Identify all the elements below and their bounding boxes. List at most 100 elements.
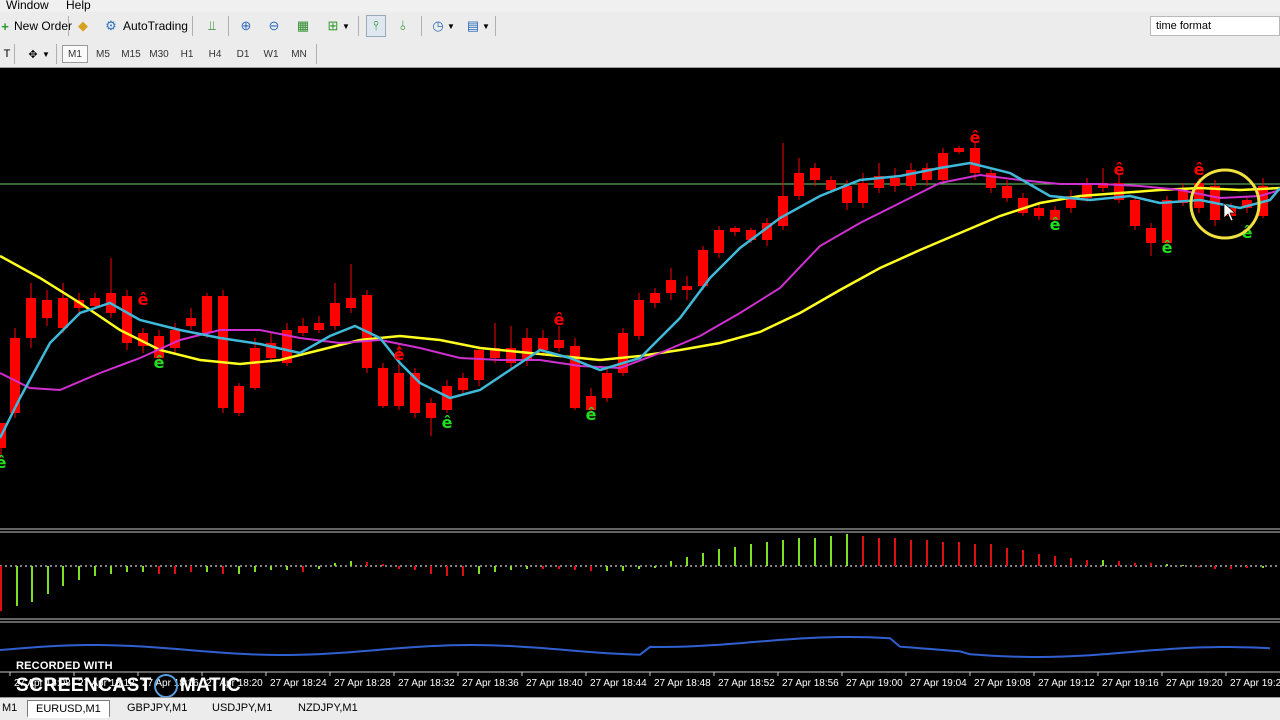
candle-body xyxy=(794,173,804,196)
chart-window[interactable]: ê ê ê ê ê ê ê ê ê ê ê ê ê 27 Apr 18:08 27 Apr 18:12 27 … xyxy=(0,68,1280,696)
candle-body xyxy=(298,326,308,333)
candle-body xyxy=(1146,228,1156,243)
tab-eurusd[interactable]: EURUSD,M1 xyxy=(27,700,110,718)
zoom-in-icon: ⊕ xyxy=(240,18,252,33)
timeframe-mn-button[interactable]: MN xyxy=(286,45,312,63)
separator xyxy=(421,16,422,36)
search-input[interactable]: time format xyxy=(1150,16,1280,36)
candle-body xyxy=(234,386,244,413)
sell-signal-marker: ê xyxy=(394,345,405,364)
time-axis-label: 27 Apr 18:40 xyxy=(526,678,583,689)
template-icon: ▤ xyxy=(466,18,480,33)
candle-body xyxy=(1162,200,1172,243)
templates-button[interactable]: ▤ ▼ xyxy=(464,15,490,37)
candle-body xyxy=(26,298,36,338)
autoscroll-icon: ⫯ xyxy=(373,18,379,33)
timeframe-m5-button[interactable]: M5 xyxy=(90,45,116,63)
candle-body xyxy=(602,373,612,398)
buy-signal-marker: ê xyxy=(442,413,453,432)
timeframe-h4-button[interactable]: H4 xyxy=(202,45,228,63)
plus-icon: + xyxy=(1,18,9,34)
time-axis-label: 27 Apr 18:32 xyxy=(398,678,455,689)
time-axis-label: 27 Apr 18:12 xyxy=(78,678,135,689)
candle-body xyxy=(714,230,724,253)
candle-body xyxy=(90,298,100,306)
time-axis-label: 27 Apr 18:16 xyxy=(142,678,199,689)
tab-m1[interactable]: M1 xyxy=(0,700,25,718)
time-axis-label: 27 Apr 19:12 xyxy=(1038,678,1095,689)
candle-body xyxy=(970,148,980,173)
tab-usdjpy[interactable]: USDJPY,M1 xyxy=(204,700,280,718)
timeframe-d1-button[interactable]: D1 xyxy=(230,45,256,63)
zoom-out-button[interactable]: ⊖ xyxy=(265,15,283,37)
chevron-down-icon: ▼ xyxy=(42,49,50,59)
candle-body xyxy=(682,286,692,290)
timeframe-w1-button[interactable]: W1 xyxy=(258,45,284,63)
candle-body xyxy=(826,180,836,190)
autotrading-button[interactable]: ⚙ AutoTrading xyxy=(102,15,188,37)
timeframe-m15-button[interactable]: M15 xyxy=(118,45,144,63)
autotrading-label: AutoTrading xyxy=(123,19,188,33)
candle-body xyxy=(650,293,660,303)
time-axis-label: 27 Apr 18:28 xyxy=(334,678,391,689)
time-axis-label: 27 Apr 18:56 xyxy=(782,678,839,689)
separator xyxy=(192,16,193,36)
time-axis-label: 27 Apr 19:2 xyxy=(1230,678,1280,689)
candle-body xyxy=(474,350,484,380)
candle-body xyxy=(218,296,228,408)
candle-body xyxy=(1130,200,1140,226)
autoscroll-button[interactable]: ⫯ xyxy=(366,15,386,37)
candle-body xyxy=(330,303,340,326)
tile-windows-icon: ▦ xyxy=(296,18,310,33)
chevron-down-icon: ▼ xyxy=(342,21,350,31)
tab-nzdjpy[interactable]: NZDJPY,M1 xyxy=(290,700,366,718)
zoom-in-button[interactable]: ⊕ xyxy=(237,15,255,37)
zoom-out-icon: ⊖ xyxy=(268,18,280,33)
sell-signal-marker: ê xyxy=(554,310,565,329)
time-axis-label: 27 Apr 19:08 xyxy=(974,678,1031,689)
tab-gbpjpy[interactable]: GBPJPY,M1 xyxy=(119,700,195,718)
buy-signal-marker: ê xyxy=(0,453,7,472)
timeframe-m30-button[interactable]: M30 xyxy=(146,45,172,63)
toolbar-row-timeframes: T ✥ ▼ M1 M5 M15 M30 H1 H4 D1 W1 MN xyxy=(0,40,1280,68)
candle-body xyxy=(666,280,676,293)
experts-button[interactable]: ◆ xyxy=(74,15,92,37)
oscillator-line xyxy=(0,636,1271,658)
buy-signal-marker: ê xyxy=(154,353,165,372)
candle-body xyxy=(202,296,212,333)
time-axis-label: 27 Apr 19:04 xyxy=(910,678,967,689)
time-axis-label: 27 Apr 18:36 xyxy=(462,678,519,689)
candle-body xyxy=(554,340,564,348)
chevron-down-icon: ▼ xyxy=(482,21,490,31)
new-order-button[interactable]: + New Order xyxy=(0,15,72,37)
chart-shift-icon: ⫰ xyxy=(400,18,406,33)
buy-signal-marker: ê xyxy=(1162,238,1173,257)
time-axis-label: 27 Apr 19:20 xyxy=(1166,678,1223,689)
indicators-icon: ⊞ xyxy=(327,18,339,33)
separator xyxy=(56,44,57,64)
sell-signal-marker: ê xyxy=(970,128,981,147)
menu-window[interactable]: Window xyxy=(6,0,49,11)
periods-button[interactable]: ◷ ▼ xyxy=(429,15,455,37)
candle-body xyxy=(250,348,260,388)
candle-body xyxy=(346,298,356,308)
crosshair-button[interactable]: ⫫ xyxy=(203,15,221,37)
tile-windows-button[interactable]: ▦ xyxy=(294,15,312,37)
arrows-tool-button[interactable]: ✥ ▼ xyxy=(24,43,50,65)
time-axis-label: 27 Apr 18:08 xyxy=(14,678,71,689)
arrows-icon: ✥ xyxy=(28,48,38,61)
candle-body xyxy=(378,368,388,406)
candle-body xyxy=(170,330,180,348)
chart-shift-button[interactable]: ⫰ xyxy=(394,15,412,37)
timeframe-h1-button[interactable]: H1 xyxy=(174,45,200,63)
candle-body xyxy=(58,298,68,328)
candle-body xyxy=(42,300,52,318)
indicators-button[interactable]: ⊞ ▼ xyxy=(324,15,350,37)
sell-signal-marker: ê xyxy=(1114,160,1125,179)
timeframe-m1-button[interactable]: M1 xyxy=(62,45,88,63)
menu-help[interactable]: Help xyxy=(66,0,91,11)
time-axis-label: 27 Apr 19:00 xyxy=(846,678,903,689)
sell-signal-marker: ê xyxy=(1194,160,1205,179)
chevron-down-icon: ▼ xyxy=(447,21,455,31)
price-chart[interactable]: êêêêê êêêê êêêê27 Apr 18:08 27 Apr 18:12 27 … xyxy=(0,68,1280,696)
